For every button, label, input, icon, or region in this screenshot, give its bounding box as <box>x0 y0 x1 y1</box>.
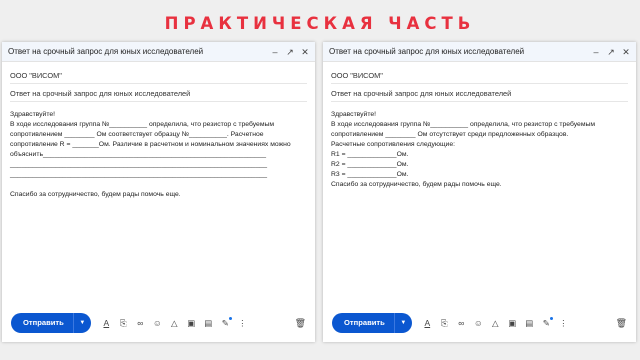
recipient-field[interactable]: ООО "ВИСОМ" <box>331 66 628 84</box>
emoji-icon[interactable]: ☺ <box>153 318 162 328</box>
send-options-dropdown-icon[interactable]: ▼ <box>72 313 91 333</box>
expand-icon[interactable]: ↗ <box>607 47 615 56</box>
link-icon[interactable]: ∞ <box>457 318 466 328</box>
compose-window-title: Ответ на срочный запрос для юных исследо… <box>329 47 525 56</box>
subject-field[interactable]: Ответ на срочный запрос для юных исследо… <box>331 84 628 102</box>
recipient-field[interactable]: ООО "ВИСОМ" <box>10 66 307 84</box>
attach-icon[interactable]: ⎘ <box>440 318 449 328</box>
compose-window-left: Ответ на срочный запрос для юных исследо… <box>2 42 315 342</box>
more-options-icon[interactable]: ⋮ <box>238 318 247 328</box>
message-body[interactable]: Здравствуйте! В ходе исследования группа… <box>331 110 628 190</box>
slide-title: ПРАКТИЧЕСКАЯ ЧАСТЬ <box>164 14 476 33</box>
minimize-icon[interactable]: – <box>592 47 600 56</box>
trash-icon[interactable]: 🗑 <box>616 318 627 329</box>
send-button[interactable]: Отправить <box>332 313 394 333</box>
link-icon[interactable]: ∞ <box>136 318 145 328</box>
more-options-icon[interactable]: ⋮ <box>559 318 568 328</box>
signature-icon[interactable]: ✎ <box>542 316 553 328</box>
close-icon[interactable]: ✕ <box>622 47 630 56</box>
lock-icon[interactable]: ▤ <box>204 318 213 328</box>
photo-icon[interactable]: ▣ <box>508 318 517 328</box>
compose-titlebar: Ответ на срочный запрос для юных исследо… <box>2 42 315 62</box>
emoji-icon[interactable]: ☺ <box>474 318 483 328</box>
subject-field[interactable]: Ответ на срочный запрос для юных исследо… <box>10 84 307 102</box>
message-body[interactable]: Здравствуйте! В ходе исследования группа… <box>10 110 307 200</box>
trash-icon[interactable]: 🗑 <box>295 318 306 329</box>
send-button-group: Отправить ▼ <box>11 313 91 333</box>
signature-icon[interactable]: ✎ <box>221 316 232 328</box>
text-format-icon[interactable]: A <box>102 318 111 328</box>
compose-window-title: Ответ на срочный запрос для юных исследо… <box>8 47 204 56</box>
send-options-dropdown-icon[interactable]: ▼ <box>393 313 412 333</box>
drive-icon[interactable]: △ <box>170 318 179 328</box>
compose-toolbar: Отправить ▼ A ⎘ ∞ ☺ △ ▣ ▤ ✎ ⋮ 🗑 <box>323 312 636 334</box>
compose-titlebar: Ответ на срочный запрос для юных исследо… <box>323 42 636 62</box>
attach-icon[interactable]: ⎘ <box>119 318 128 328</box>
compose-window-right: Ответ на срочный запрос для юных исследо… <box>323 42 636 342</box>
text-format-icon[interactable]: A <box>423 318 432 328</box>
send-button-group: Отправить ▼ <box>332 313 412 333</box>
drive-icon[interactable]: △ <box>491 318 500 328</box>
close-icon[interactable]: ✕ <box>301 47 309 56</box>
minimize-icon[interactable]: – <box>271 47 279 56</box>
compose-toolbar: Отправить ▼ A ⎘ ∞ ☺ △ ▣ ▤ ✎ ⋮ 🗑 <box>2 312 315 334</box>
lock-icon[interactable]: ▤ <box>525 318 534 328</box>
photo-icon[interactable]: ▣ <box>187 318 196 328</box>
expand-icon[interactable]: ↗ <box>286 47 294 56</box>
send-button[interactable]: Отправить <box>11 313 73 333</box>
